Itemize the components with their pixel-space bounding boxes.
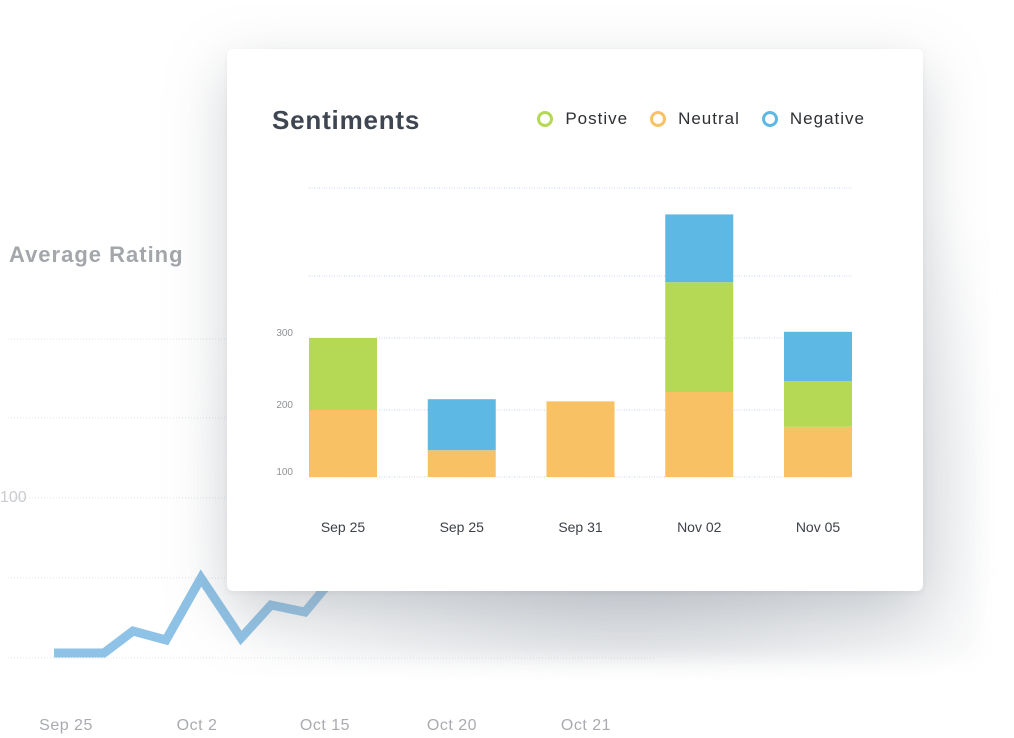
x-tick-label: Sep 25 xyxy=(321,519,366,535)
bar-segment-negative[interactable] xyxy=(784,331,852,382)
bar-segment-postive[interactable] xyxy=(784,381,852,427)
negative-circle-icon xyxy=(761,111,778,127)
card-title: Sentiments xyxy=(272,105,421,135)
bg-x-label: Sep 25 xyxy=(39,717,93,734)
average-rating-title: Average Rating xyxy=(9,242,184,267)
bar-segment-neutral[interactable] xyxy=(427,450,496,477)
bar-segment-postive[interactable] xyxy=(665,282,734,392)
x-tick-label: Nov 05 xyxy=(796,519,841,535)
y-tick-label: 200 xyxy=(276,400,293,411)
neutral-circle-icon xyxy=(650,111,667,127)
x-tick-label: Sep 31 xyxy=(558,519,603,535)
bar-segment-neutral[interactable] xyxy=(784,426,852,477)
y-tick-label: 100 xyxy=(276,467,293,478)
x-tick-label: Nov 02 xyxy=(677,519,722,535)
legend-item-neutral[interactable]: Neutral xyxy=(650,109,740,129)
legend-label: Neutral xyxy=(678,109,740,128)
legend-item-positive[interactable]: Postive xyxy=(537,109,628,129)
legend-label: Postive xyxy=(565,109,629,128)
positive-circle-icon xyxy=(537,111,554,127)
bar-segment-neutral[interactable] xyxy=(546,401,615,477)
bar-segment-neutral[interactable] xyxy=(665,392,734,477)
bg-y-tick-label: 100 xyxy=(0,489,27,506)
sentiments-card: 100 200 300 Sep 25 Sep 25 Sep 31 Nov 02 Nov 05… xyxy=(227,49,923,591)
bar-segment-negative[interactable] xyxy=(665,214,734,283)
bar-segment-negative[interactable] xyxy=(427,399,496,451)
bar-segment-postive[interactable] xyxy=(309,338,377,410)
bar-segment-neutral[interactable] xyxy=(309,410,377,477)
legend-label: Negative xyxy=(789,109,865,128)
bg-x-label: Oct 21 xyxy=(560,717,612,734)
bg-x-label: Oct 2 xyxy=(176,717,218,734)
chart-legend: Postive Neutral Negative xyxy=(515,109,865,129)
bg-x-label: Oct 20 xyxy=(426,717,478,734)
y-tick-label: 300 xyxy=(276,328,293,339)
legend-item-negative[interactable]: Negative xyxy=(761,109,865,129)
bg-x-label: Oct 15 xyxy=(299,717,351,734)
x-tick-label: Sep 25 xyxy=(440,519,485,535)
